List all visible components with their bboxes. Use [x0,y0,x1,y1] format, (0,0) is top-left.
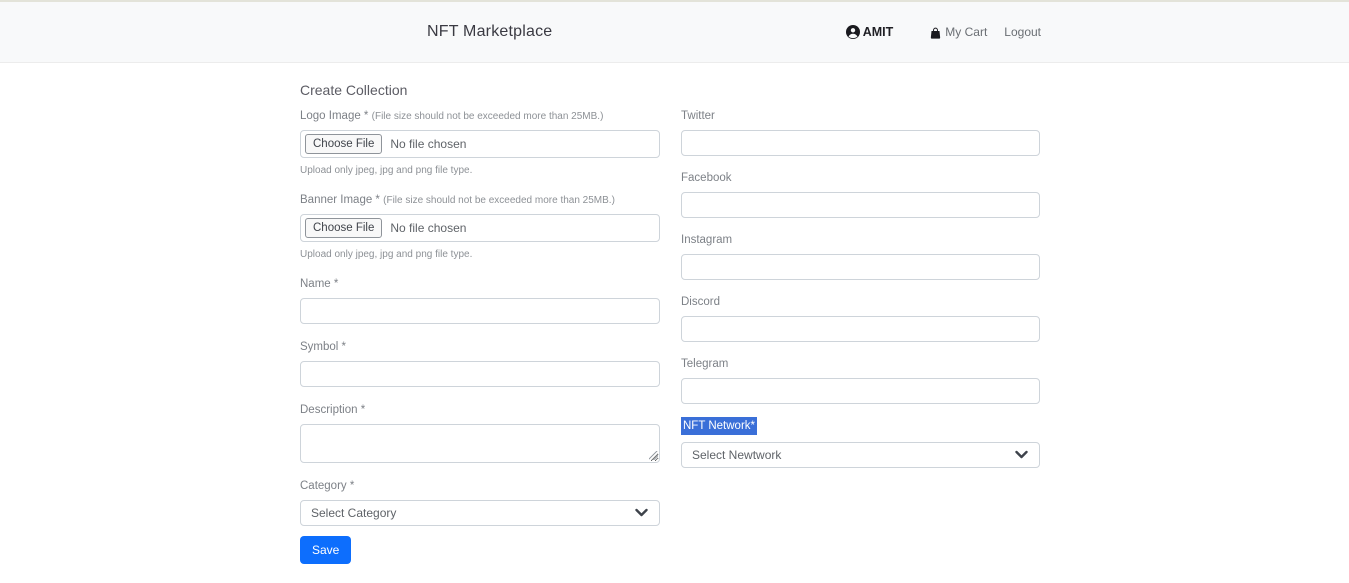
symbol-label: Symbol * [300,341,660,353]
nft-network-label-highlighted: NFT Network* [681,417,757,435]
banner-image-label: Banner Image * (File size should not be … [300,194,660,206]
symbol-group: Symbol * [300,341,660,387]
telegram-group: Telegram [681,358,1040,404]
logo-choose-file-button[interactable]: Choose File [305,134,382,154]
description-group: Description * [300,404,660,463]
nft-network-group: NFT Network* Select Newtwork [681,416,1040,468]
banner-image-group: Banner Image * (File size should not be … [300,194,660,260]
my-cart-label: My Cart [945,25,987,39]
description-field[interactable] [300,424,660,463]
create-collection-form: Create Collection Logo Image * (File siz… [300,63,1040,564]
form-right-column: Twitter Facebook Instagram Discord Teleg [681,110,1040,564]
discord-label: Discord [681,296,1040,308]
banner-choose-file-button[interactable]: Choose File [305,218,382,238]
user-name: AMIT [863,25,894,39]
name-group: Name * [300,278,660,324]
banner-image-size-hint: (File size should not be exceeded more t… [383,195,615,206]
logo-file-helper: Upload only jpeg, jpg and png file type. [300,165,660,176]
twitter-field[interactable] [681,130,1040,156]
logo-file-status: No file chosen [390,137,466,151]
logo-image-label: Logo Image * (File size should not be ex… [300,110,660,122]
brand-title[interactable]: NFT Marketplace [427,23,552,41]
chevron-down-icon [1015,451,1028,460]
banner-image-label-text: Banner Image * [300,194,380,206]
category-selected-value: Select Category [311,506,396,520]
nft-network-selected-value: Select Newtwork [692,448,781,462]
banner-file-helper: Upload only jpeg, jpg and png file type. [300,249,660,260]
logo-image-label-text: Logo Image * [300,110,368,122]
instagram-group: Instagram [681,234,1040,280]
category-select[interactable]: Select Category [300,500,660,526]
navbar: NFT Marketplace AMIT My Ca [0,2,1349,63]
user-circle-icon [846,25,860,39]
facebook-label: Facebook [681,172,1040,184]
telegram-field[interactable] [681,378,1040,404]
my-cart-link[interactable]: My Cart [929,25,987,39]
category-label: Category * [300,480,660,492]
logo-image-size-hint: (File size should not be exceeded more t… [372,111,604,122]
logout-label: Logout [1004,25,1041,39]
symbol-field[interactable] [300,361,660,387]
category-group: Category * Select Category [300,480,660,526]
discord-field[interactable] [681,316,1040,342]
cart-bag-icon [929,26,942,39]
logout-link[interactable]: Logout [1004,25,1041,39]
banner-file-status: No file chosen [390,221,466,235]
name-field[interactable] [300,298,660,324]
chevron-down-icon [635,509,648,518]
twitter-group: Twitter [681,110,1040,156]
instagram-label: Instagram [681,234,1040,246]
form-left-column: Logo Image * (File size should not be ex… [300,110,660,564]
name-label: Name * [300,278,660,290]
description-label: Description * [300,404,660,416]
discord-group: Discord [681,296,1040,342]
navbar-menu: AMIT My Cart Logout [846,25,1041,39]
logo-file-input[interactable]: Choose File No file chosen [300,130,660,158]
facebook-field[interactable] [681,192,1040,218]
banner-file-input[interactable]: Choose File No file chosen [300,214,660,242]
facebook-group: Facebook [681,172,1040,218]
page-title: Create Collection [300,82,1040,98]
logo-image-group: Logo Image * (File size should not be ex… [300,110,660,176]
telegram-label: Telegram [681,358,1040,370]
user-menu[interactable]: AMIT [846,25,894,39]
nft-network-select[interactable]: Select Newtwork [681,442,1040,468]
instagram-field[interactable] [681,254,1040,280]
page: NFT Marketplace AMIT My Ca [0,0,1349,583]
save-button[interactable]: Save [300,536,351,564]
twitter-label: Twitter [681,110,1040,122]
